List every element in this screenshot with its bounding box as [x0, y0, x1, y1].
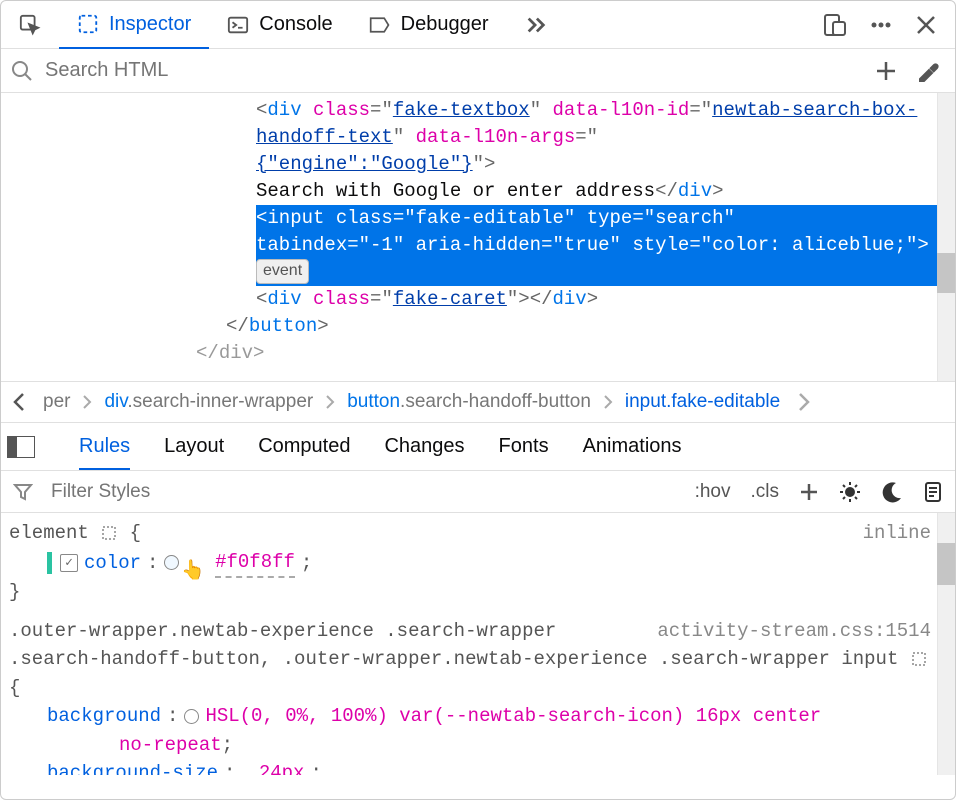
- search-html-input[interactable]: [45, 59, 863, 82]
- dom-node-selected[interactable]: <input class="fake-editable" type="searc…: [256, 205, 955, 286]
- add-rule-icon[interactable]: [799, 482, 819, 502]
- filter-styles-input[interactable]: [51, 481, 677, 503]
- sidebar-tabs: Rules Layout Computed Changes Fonts Anim…: [1, 423, 955, 471]
- console-icon: [227, 14, 249, 36]
- css-declaration[interactable]: background: HSL(0, 0%, 100%) var(--newta…: [9, 702, 931, 731]
- tab-computed[interactable]: Computed: [258, 425, 350, 468]
- dom-node[interactable]: <div class="fake-textbox" data-l10n-id="…: [256, 97, 955, 205]
- chevron-right-icon: [325, 394, 335, 410]
- breadcrumb-scroll-left[interactable]: [7, 391, 31, 413]
- breadcrumb-item[interactable]: button.search-handoff-button: [339, 387, 599, 417]
- markup-scrollbar[interactable]: [937, 93, 955, 381]
- breadcrumb-item-selected[interactable]: input.fake-editable: [617, 387, 788, 417]
- filter-icon: [13, 482, 33, 502]
- rules-pane[interactable]: element { inline ✓ color: 👆 #f0f8ff; } .…: [1, 513, 955, 775]
- pick-element-icon: [19, 14, 41, 36]
- meatball-menu-icon[interactable]: [869, 13, 893, 37]
- tab-layout[interactable]: Layout: [164, 425, 224, 468]
- rules-scrollbar[interactable]: [937, 513, 955, 775]
- tab-console[interactable]: Console: [209, 1, 350, 48]
- css-declaration[interactable]: background-size: 24px;: [9, 759, 931, 775]
- chevron-right-icon: [82, 394, 92, 410]
- inspector-icon: [77, 13, 99, 35]
- breadcrumb-item[interactable]: per: [35, 387, 78, 417]
- breadcrumb-scroll-right[interactable]: [792, 391, 816, 413]
- dark-scheme-icon[interactable]: [881, 481, 903, 503]
- tab-inspector[interactable]: Inspector: [59, 2, 209, 49]
- print-media-icon[interactable]: [923, 481, 943, 503]
- rule-selector[interactable]: .outer-wrapper.newtab-experience .search…: [9, 617, 556, 646]
- color-swatch[interactable]: [164, 555, 179, 570]
- responsive-design-icon[interactable]: [823, 13, 847, 37]
- event-badge[interactable]: event: [256, 259, 309, 284]
- dom-closing[interactable]: </div>: [1, 340, 955, 367]
- search-icon: [11, 60, 33, 82]
- debugger-icon: [369, 14, 391, 36]
- sidebar-toggle-icon[interactable]: [7, 436, 35, 458]
- search-html-bar: [1, 49, 955, 93]
- breadcrumbs: per div.search-inner-wrapper button.sear…: [1, 381, 955, 423]
- cursor-pointer-icon: 👆: [181, 557, 205, 586]
- close-icon[interactable]: [915, 14, 937, 36]
- filter-styles-bar: :hov .cls: [1, 471, 955, 513]
- tab-label: Console: [259, 13, 332, 36]
- css-declaration[interactable]: ✓ color: 👆 #f0f8ff;: [9, 548, 931, 579]
- light-scheme-icon[interactable]: [839, 481, 861, 503]
- rule-source[interactable]: activity-stream.css:1514: [657, 617, 931, 646]
- rule-selector-cont[interactable]: .search-handoff-button, .outer-wrapper.n…: [9, 645, 931, 702]
- tab-label: Debugger: [401, 13, 489, 36]
- color-swatch[interactable]: [184, 709, 199, 724]
- highlight-selector-icon[interactable]: [100, 524, 118, 542]
- cls-toggle[interactable]: .cls: [751, 481, 780, 503]
- tab-rules[interactable]: Rules: [79, 425, 130, 470]
- tab-overflow[interactable]: [507, 1, 565, 48]
- markup-view[interactable]: <div class="fake-textbox" data-l10n-id="…: [1, 93, 955, 381]
- tab-fonts[interactable]: Fonts: [499, 425, 549, 468]
- rule-selector[interactable]: element: [9, 522, 89, 544]
- tab-label: Inspector: [109, 13, 191, 36]
- highlight-selector-icon[interactable]: [910, 650, 928, 668]
- tab-pick-element[interactable]: [1, 1, 59, 48]
- eyedropper-icon[interactable]: [917, 60, 939, 82]
- dom-closing[interactable]: </button>: [1, 313, 955, 340]
- rule-source[interactable]: inline: [863, 519, 931, 548]
- pseudo-hov-toggle[interactable]: :hov: [695, 481, 731, 503]
- add-element-icon[interactable]: [875, 60, 897, 82]
- tab-animations[interactable]: Animations: [583, 425, 682, 468]
- changed-indicator: [47, 552, 52, 574]
- declaration-toggle[interactable]: ✓: [60, 554, 78, 572]
- dom-node[interactable]: <div class="fake-caret"></div>: [256, 286, 955, 313]
- chevron-right-icon: [603, 394, 613, 410]
- chevron-double-right-icon: [525, 14, 547, 36]
- devtools-toolbar: Inspector Console Debugger: [1, 1, 955, 49]
- tab-changes[interactable]: Changes: [384, 425, 464, 468]
- tab-debugger[interactable]: Debugger: [351, 1, 507, 48]
- breadcrumb-item[interactable]: div.search-inner-wrapper: [96, 387, 321, 417]
